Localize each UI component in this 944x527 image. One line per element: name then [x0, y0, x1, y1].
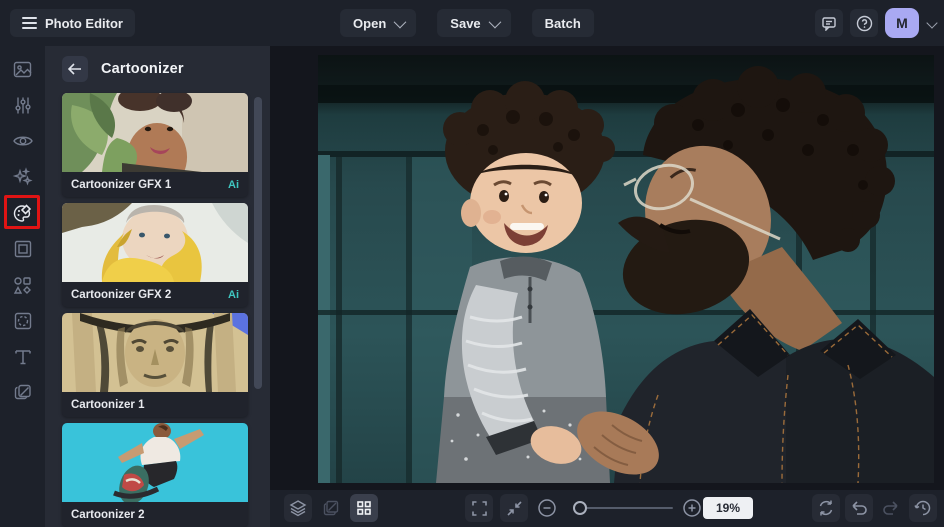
- zoom-out-icon: [537, 498, 557, 518]
- zoom-slider[interactable]: [575, 507, 673, 509]
- eye-icon: [12, 131, 34, 151]
- effect-thumbnail: [62, 423, 248, 502]
- image-icon: [12, 59, 33, 80]
- chevron-down-icon: [488, 15, 501, 28]
- effect-card-cartoonizer-gfx-1[interactable]: Cartoonizer GFX 1 Ai: [62, 93, 248, 197]
- sidebar-item-text[interactable]: [11, 346, 35, 368]
- account-chevron-down-icon[interactable]: [926, 17, 937, 28]
- sidebar-item-effects[interactable]: [11, 166, 35, 188]
- sidebar-item-graphics[interactable]: [11, 274, 35, 296]
- canvas-area[interactable]: [270, 46, 944, 490]
- fullscreen-icon: [471, 500, 488, 517]
- main-menu-button[interactable]: Photo Editor: [10, 9, 135, 37]
- ai-badge: Ai: [228, 179, 239, 191]
- sliders-icon: [13, 95, 33, 116]
- text-icon: [13, 347, 33, 367]
- panel-scrollbar[interactable]: [254, 97, 262, 389]
- comment-icon: [821, 15, 837, 31]
- avatar[interactable]: M: [885, 8, 919, 38]
- redo-button[interactable]: [877, 494, 905, 522]
- app-title: Photo Editor: [45, 16, 123, 31]
- grid-icon: [356, 500, 372, 516]
- top-bar: Photo Editor Open Save Batch: [0, 0, 944, 46]
- effect-thumbnail: [62, 93, 248, 172]
- frame-icon: [13, 239, 33, 259]
- overlap-icon: [13, 383, 33, 403]
- undo-button[interactable]: [845, 494, 873, 522]
- effect-card-cartoonizer-gfx-2[interactable]: Cartoonizer GFX 2 Ai: [62, 203, 248, 307]
- panel-title: Cartoonizer: [101, 61, 184, 77]
- fit-screen-button[interactable]: [500, 494, 528, 522]
- flatten-icon: [322, 499, 340, 517]
- sidebar-item-edit[interactable]: [11, 58, 35, 80]
- compare-button[interactable]: [812, 494, 840, 522]
- effect-thumbnail: [62, 203, 248, 282]
- sidebar-item-touchup[interactable]: [11, 130, 35, 152]
- save-button[interactable]: Save: [437, 9, 510, 37]
- topbar-actions: Open Save Batch: [340, 9, 594, 37]
- effect-label: Cartoonizer 1: [71, 399, 145, 411]
- layers-button[interactable]: [284, 494, 312, 522]
- panel-header: Cartoonizer: [45, 46, 270, 92]
- zoom-out-button[interactable]: [533, 494, 561, 522]
- sidebar-item-artsy[interactable]: [11, 202, 35, 224]
- zoom-level-value[interactable]: 19%: [703, 497, 753, 519]
- sidebar-item-overlays[interactable]: [11, 310, 35, 332]
- effect-card-list: Cartoonizer GFX 1 Ai: [62, 93, 248, 527]
- effect-label: Cartoonizer GFX 2: [71, 289, 171, 301]
- sidebar-item-textures[interactable]: [11, 382, 35, 404]
- texture-icon: [13, 311, 33, 331]
- help-icon: [856, 15, 873, 32]
- back-arrow-icon: [68, 63, 82, 75]
- back-button[interactable]: [62, 56, 88, 82]
- effect-card-cartoonizer-2[interactable]: Cartoonizer 2: [62, 423, 248, 527]
- fullscreen-button[interactable]: [465, 494, 493, 522]
- photo-editor-app: Photo Editor Open Save Batch: [0, 0, 944, 527]
- ai-badge: Ai: [228, 289, 239, 301]
- grid-view-button[interactable]: [350, 494, 378, 522]
- batch-button[interactable]: Batch: [532, 9, 594, 37]
- cartoonizer-panel: Cartoonizer: [45, 46, 270, 527]
- flatten-button[interactable]: [317, 494, 345, 522]
- sidebar-item-frames[interactable]: [11, 238, 35, 260]
- sidebar-item-adjust[interactable]: [11, 94, 35, 116]
- zoom-slider-handle[interactable]: [573, 501, 587, 515]
- undo-icon: [850, 500, 868, 516]
- shapes-icon: [12, 275, 33, 296]
- feedback-button[interactable]: [815, 9, 843, 37]
- layers-icon: [289, 499, 307, 517]
- open-button[interactable]: Open: [340, 9, 416, 37]
- redo-icon: [882, 500, 900, 516]
- chevron-down-icon: [394, 15, 407, 28]
- effect-label: Cartoonizer GFX 1: [71, 179, 171, 191]
- effect-label: Cartoonizer 2: [71, 509, 145, 521]
- fit-screen-icon: [506, 500, 523, 517]
- compare-icon: [817, 499, 835, 517]
- tool-rail: [0, 46, 45, 527]
- photo-image[interactable]: [318, 55, 934, 483]
- bottom-toolbar: 19%: [270, 490, 944, 527]
- zoom-in-icon: [682, 498, 702, 518]
- history-icon: [914, 499, 932, 517]
- zoom-in-button[interactable]: [678, 494, 706, 522]
- sparkles-icon: [12, 167, 33, 188]
- effect-card-cartoonizer-1[interactable]: Cartoonizer 1: [62, 313, 248, 417]
- palette-icon: [12, 203, 34, 224]
- hamburger-icon: [22, 14, 37, 32]
- help-button[interactable]: [850, 9, 878, 37]
- topbar-right: M: [815, 8, 936, 38]
- effect-thumbnail: [62, 313, 248, 392]
- history-button[interactable]: [909, 494, 937, 522]
